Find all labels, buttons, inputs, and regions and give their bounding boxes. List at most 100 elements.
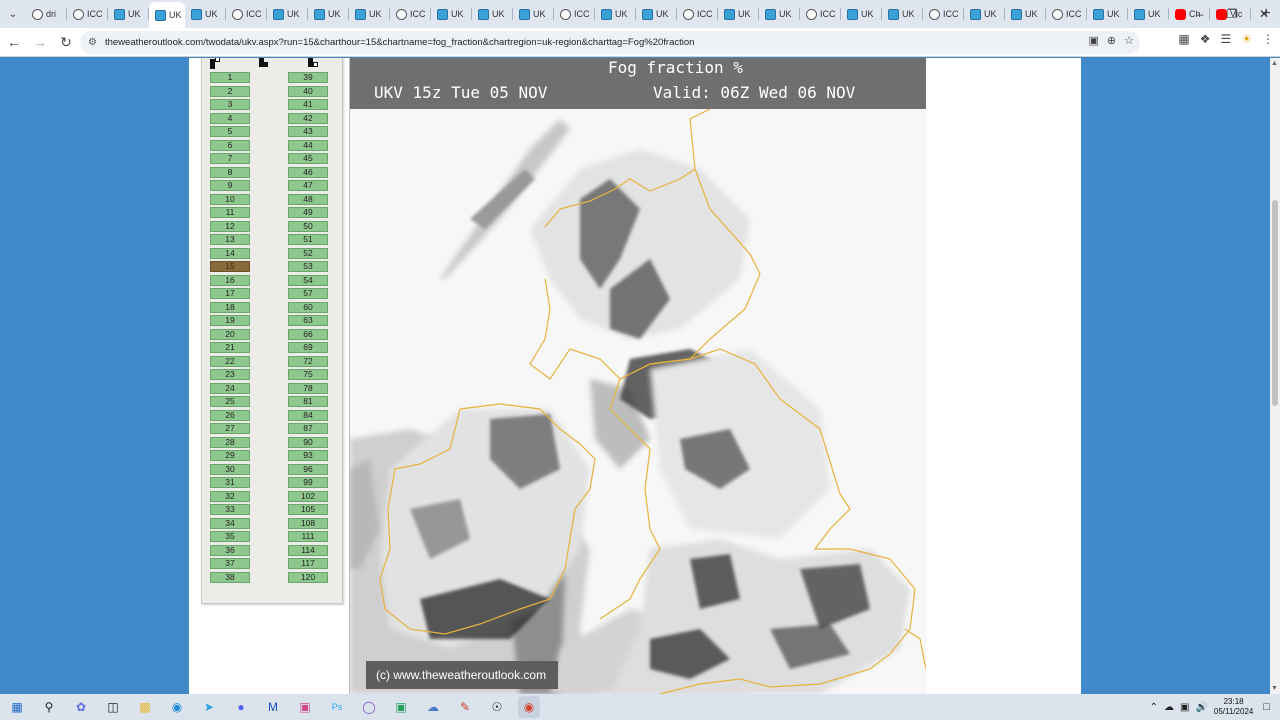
hour-button-72[interactable]: 72 [288, 355, 328, 367]
hour-button-3[interactable]: 3 [210, 99, 250, 110]
hour-button-93[interactable]: 93 [288, 450, 328, 461]
hour-button-12[interactable]: 12 [210, 220, 250, 232]
copilot-icon[interactable]: ✿ [70, 696, 92, 718]
scroll-down-arrow-icon[interactable]: ▼ [1271, 685, 1278, 692]
hour-button-43[interactable]: 43 [288, 126, 328, 137]
hour-button-46[interactable]: 46 [288, 166, 328, 178]
gallery-icon[interactable]: ▣ [294, 696, 316, 718]
hour-button-44[interactable]: 44 [288, 139, 328, 151]
search-icon[interactable]: ⚲ [38, 696, 60, 718]
hour-button-31[interactable]: 31 [210, 477, 250, 488]
browser-tab[interactable]: UK [1087, 0, 1128, 28]
browser-tab[interactable]: UK [349, 0, 390, 28]
hour-button-39[interactable]: 39 [288, 72, 328, 83]
hour-button-47[interactable]: 47 [288, 180, 328, 191]
hour-button-105[interactable]: 105 [288, 504, 328, 515]
browser-tab[interactable]: UK [718, 0, 759, 28]
hour-button-87[interactable]: 87 [288, 423, 328, 434]
chrome-icon[interactable]: ◉ [518, 696, 540, 718]
malwarebytes-icon[interactable]: M [262, 696, 284, 718]
scroll-thumb[interactable] [1272, 200, 1278, 406]
drawing-app-icon[interactable]: ✎ [454, 696, 476, 718]
browser-tab[interactable]: dri [26, 0, 67, 28]
onedrive-cloud-icon[interactable]: ☁ [1164, 702, 1174, 713]
browser-tab[interactable]: UK [882, 0, 923, 28]
browser-tab[interactable]: ICC [226, 0, 267, 28]
hour-button-51[interactable]: 51 [288, 234, 328, 245]
hour-button-40[interactable]: 40 [288, 85, 328, 97]
install-app-icon[interactable]: ▣ [1089, 34, 1099, 47]
page-scrollbar[interactable]: ▲ ▼ [1270, 58, 1280, 694]
hour-button-1[interactable]: 1 [210, 72, 250, 83]
browser-tab[interactable]: UK [964, 0, 1005, 28]
hour-button-35[interactable]: 35 [210, 531, 250, 542]
hour-button-27[interactable]: 27 [210, 423, 250, 434]
browser-tab[interactable]: UK [431, 0, 472, 28]
hour-button-16[interactable]: 16 [210, 274, 250, 286]
circle-app-icon[interactable]: ◯ [358, 696, 380, 718]
hour-button-36[interactable]: 36 [210, 544, 250, 556]
hour-button-22[interactable]: 22 [210, 355, 250, 367]
tray-overflow-icon[interactable]: ⌃ [1150, 702, 1158, 713]
hour-button-34[interactable]: 34 [210, 517, 250, 529]
minimize-icon[interactable]: – [1184, 0, 1216, 28]
hour-button-6[interactable]: 6 [210, 139, 250, 151]
hour-button-28[interactable]: 28 [210, 436, 250, 448]
hour-button-32[interactable]: 32 [210, 490, 250, 502]
hour-button-38[interactable]: 38 [210, 571, 250, 583]
browser-tab[interactable]: ICC [1046, 0, 1087, 28]
hour-button-37[interactable]: 37 [210, 558, 250, 569]
hour-button-5[interactable]: 5 [210, 126, 250, 137]
browser-tab[interactable]: UK [308, 0, 349, 28]
hour-button-4[interactable]: 4 [210, 112, 250, 124]
browser-tab[interactable]: UK [595, 0, 636, 28]
scroll-up-arrow-icon[interactable]: ▲ [1271, 60, 1278, 67]
hour-button-96[interactable]: 96 [288, 463, 328, 475]
hour-button-52[interactable]: 52 [288, 247, 328, 259]
hour-button-90[interactable]: 90 [288, 436, 328, 448]
browser-tab[interactable]: UK [841, 0, 882, 28]
windows-start-icon[interactable]: ▦ [6, 696, 28, 718]
hour-button-24[interactable]: 24 [210, 382, 250, 394]
taskbar-clock[interactable]: 23:18 05/11/2024 [1214, 697, 1253, 717]
file-explorer-icon[interactable]: ▩ [134, 696, 156, 718]
hour-button-48[interactable]: 48 [288, 193, 328, 205]
hour-button-11[interactable]: 11 [210, 207, 250, 218]
browser-tab[interactable]: ICC [67, 0, 108, 28]
photoshop-icon[interactable]: Ps [326, 696, 348, 718]
screenshot-extension-icon[interactable]: ▦ [1178, 32, 1189, 46]
hour-button-18[interactable]: 18 [210, 301, 250, 313]
reading-list-icon[interactable]: ☰ [1220, 32, 1231, 46]
browser-tab[interactable]: ICC [554, 0, 595, 28]
hour-button-99[interactable]: 99 [288, 477, 328, 488]
discord-icon[interactable]: ● [230, 696, 252, 718]
hour-button-7[interactable]: 7 [210, 153, 250, 164]
tab-search-chevron-icon[interactable]: ⌄ [0, 0, 26, 28]
hour-button-15[interactable]: 15 [210, 261, 250, 272]
hour-button-81[interactable]: 81 [288, 396, 328, 407]
browser-tab[interactable]: ICC [923, 0, 964, 28]
zoom-icon[interactable]: ⊕ [1107, 34, 1116, 47]
address-bar[interactable]: ⚙ theweatheroutlook.com/twodata/ukv.aspx… [80, 31, 1140, 54]
task-view-icon[interactable]: ◫ [102, 696, 124, 718]
hour-button-66[interactable]: 66 [288, 328, 328, 340]
hour-button-26[interactable]: 26 [210, 409, 250, 421]
profile-sun-icon[interactable]: ☀ [1241, 32, 1252, 46]
hour-button-75[interactable]: 75 [288, 369, 328, 380]
bookmark-star-icon[interactable]: ☆ [1124, 34, 1134, 47]
hour-button-114[interactable]: 114 [288, 544, 328, 556]
browser-tab[interactable]: UK [1005, 0, 1046, 28]
hour-button-17[interactable]: 17 [210, 288, 250, 299]
telegram-icon[interactable]: ➤ [198, 696, 220, 718]
cloud-app-icon[interactable]: ☁ [422, 696, 444, 718]
browser-tab[interactable]: UK [108, 0, 149, 28]
site-info-icon[interactable]: ⚙ [88, 37, 97, 48]
browser-tab[interactable]: UK [513, 0, 554, 28]
hour-button-120[interactable]: 120 [288, 571, 328, 583]
hour-button-30[interactable]: 30 [210, 463, 250, 475]
url-text[interactable]: theweatheroutlook.com/twodata/ukv.aspx?r… [105, 37, 694, 48]
hour-button-54[interactable]: 54 [288, 274, 328, 286]
hour-button-19[interactable]: 19 [210, 315, 250, 326]
hour-button-50[interactable]: 50 [288, 220, 328, 232]
browser-tab[interactable]: UK [267, 0, 308, 28]
